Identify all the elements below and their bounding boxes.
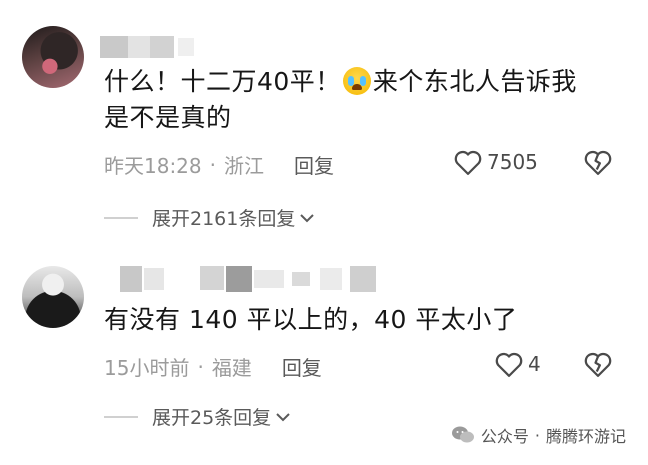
location: 浙江 — [224, 154, 264, 178]
chevron-down-icon — [300, 213, 315, 222]
comment-text: 有没有 140 平以上的，40 平太小了 — [104, 305, 518, 334]
comment-text: 什么！十二万40平！ 来个东北人告诉我 是不是真的 — [104, 67, 577, 132]
watermark-account: 腾腾环游记 — [545, 427, 626, 446]
avatar[interactable] — [22, 26, 84, 88]
like-count: 4 — [528, 352, 541, 376]
dislike-button[interactable] — [583, 350, 613, 382]
timestamp: 昨天18:28 — [104, 154, 202, 178]
heart-outline-icon — [495, 352, 523, 377]
separator: · — [197, 354, 204, 379]
watermark-source: 公众号 — [480, 427, 529, 446]
watermark-separator: · — [534, 425, 540, 445]
dislike-button[interactable] — [583, 148, 613, 180]
separator: · — [209, 152, 216, 177]
username-mosaic — [120, 266, 400, 292]
expand-replies-label: 展开25条回复 — [152, 407, 272, 429]
divider-line — [104, 415, 138, 418]
comment-meta: 昨天18:28 · 浙江 回复 — [104, 150, 334, 179]
divider-line — [104, 216, 138, 219]
comment-meta: 15小时前 · 福建 回复 — [104, 352, 322, 381]
heart-outline-icon — [454, 150, 482, 175]
expand-replies[interactable]: 展开25条回复 — [104, 403, 291, 430]
watermark: 公众号 · 腾腾环游记 — [451, 423, 626, 447]
expand-replies[interactable]: 展开2161条回复 — [104, 204, 315, 231]
like-button[interactable]: 7505 — [453, 148, 538, 176]
avatar[interactable] — [22, 266, 84, 328]
username-mosaic — [100, 36, 220, 58]
expand-replies-label: 展开2161条回复 — [152, 208, 296, 230]
broken-heart-icon — [584, 150, 612, 175]
timestamp: 15小时前 — [104, 356, 190, 380]
wechat-icon — [451, 426, 474, 443]
broken-heart-icon — [584, 352, 612, 377]
chevron-down-icon — [276, 412, 290, 421]
reply-button[interactable]: 回复 — [282, 352, 322, 381]
location: 福建 — [211, 356, 252, 380]
like-button[interactable]: 4 — [494, 350, 541, 378]
reply-button[interactable]: 回复 — [294, 150, 334, 179]
loudly-crying-face-icon — [342, 67, 371, 95]
like-count: 7505 — [487, 150, 538, 174]
